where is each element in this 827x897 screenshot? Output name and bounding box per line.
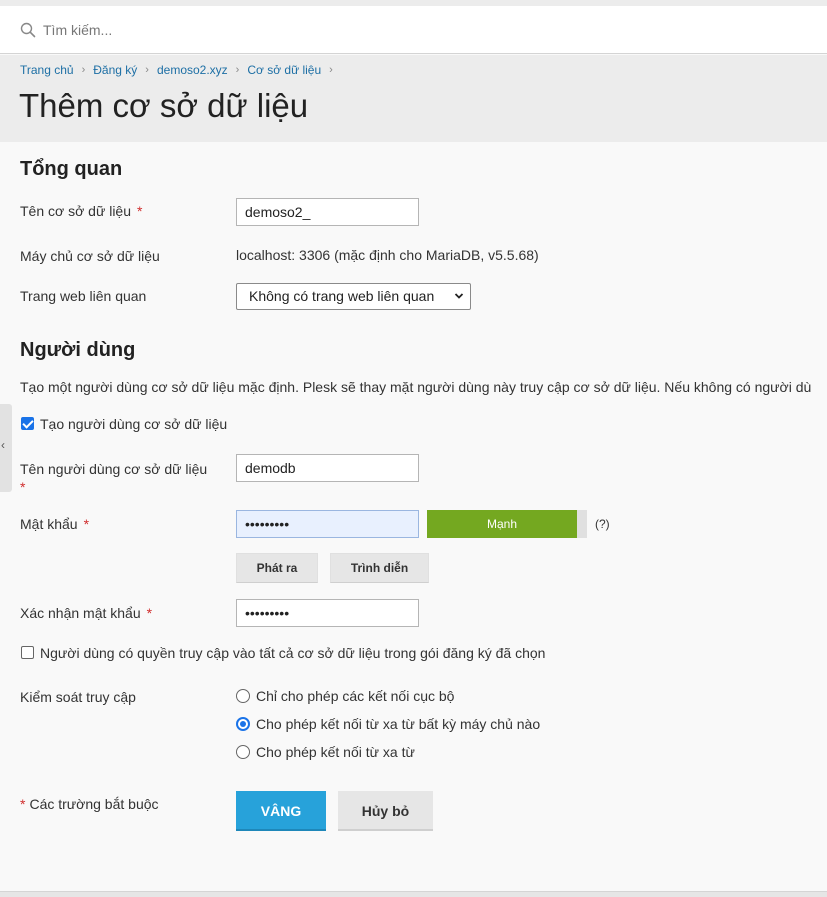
radio-local-only[interactable] — [236, 689, 250, 703]
search-input[interactable] — [43, 18, 803, 42]
breadcrumb-subscriptions[interactable]: Đăng ký — [93, 63, 137, 77]
related-site-select[interactable]: Không có trang web liên quan — [236, 283, 471, 310]
user-description: Tạo một người dùng cơ sở dữ liệu mặc địn… — [20, 379, 812, 395]
all-db-access-checkbox[interactable] — [21, 646, 34, 659]
confirm-password-input[interactable]: ••••••••• — [236, 599, 419, 627]
related-site-selected: Không có trang web liên quan — [249, 288, 435, 304]
required-marker: * — [20, 796, 26, 812]
chevron-left-icon: ‹ — [1, 438, 5, 452]
radio-remote-from[interactable] — [236, 745, 250, 759]
db-name-label: Tên cơ sở dữ liệu * — [20, 203, 143, 219]
required-fields-note: * Các trường bắt buộc — [20, 796, 159, 812]
related-site-label: Trang web liên quan — [20, 288, 147, 304]
username-input[interactable]: demodb — [236, 454, 419, 482]
breadcrumb-domain[interactable]: demoso2.xyz — [157, 63, 228, 77]
password-help-icon[interactable]: (?) — [595, 517, 610, 531]
breadcrumb-databases[interactable]: Cơ sở dữ liệu — [247, 63, 321, 77]
all-db-access-label: Người dùng có quyền truy cập vào tất cả … — [40, 645, 546, 661]
chevron-right-icon: › — [145, 64, 149, 76]
page-header: Trang chủ › Đăng ký › demoso2.xyz › Cơ s… — [0, 55, 827, 142]
required-marker: * — [20, 479, 26, 495]
required-marker: * — [83, 516, 90, 532]
search-icon — [20, 22, 36, 38]
db-server-value: localhost: 3306 (mặc định cho MariaDB, v… — [236, 247, 539, 263]
chevron-right-icon: › — [235, 64, 240, 76]
breadcrumb: Trang chủ › Đăng ký › demoso2.xyz › Cơ s… — [20, 63, 341, 77]
required-marker: * — [137, 203, 143, 219]
breadcrumb-home[interactable]: Trang chủ — [20, 63, 74, 77]
radio-local-only-label: Chỉ cho phép các kết nối cục bộ — [256, 688, 455, 704]
chevron-right-icon: › — [329, 64, 333, 76]
radio-remote-any-label: Cho phép kết nối từ xa từ bất kỳ máy chủ… — [256, 716, 541, 732]
radio-remote-any[interactable] — [236, 717, 250, 731]
generate-password-button[interactable]: Phát ra — [236, 553, 318, 583]
password-strength-label: Mạnh — [486, 517, 518, 531]
chevron-right-icon: › — [81, 64, 86, 76]
overview-section-title: Tổng quan — [20, 158, 123, 180]
chevron-down-icon — [454, 293, 464, 299]
search-bar — [0, 6, 827, 54]
ok-button[interactable]: VÂNG — [236, 791, 326, 831]
password-input[interactable]: ••••••••• — [236, 510, 419, 538]
cancel-button[interactable]: Hủy bỏ — [338, 791, 433, 831]
create-user-label: Tạo người dùng cơ sở dữ liệu — [40, 416, 228, 432]
access-control-label: Kiểm soát truy cập — [20, 689, 136, 705]
db-name-input[interactable]: demoso2_ — [236, 198, 419, 226]
user-section-title: Người dùng — [20, 339, 136, 361]
footer-divider — [0, 891, 827, 897]
username-label: Tên người dùng cơ sở dữ liệu * — [20, 461, 208, 495]
page-title: Thêm cơ sở dữ liệu — [19, 87, 309, 124]
password-label: Mật khẩu * — [20, 516, 90, 532]
sidebar-collapse-tab[interactable]: ‹ — [0, 404, 12, 492]
show-password-button[interactable]: Trình diễn — [330, 553, 429, 583]
password-strength-meter: Mạnh — [427, 510, 587, 538]
confirm-password-label: Xác nhận mật khẩu * — [20, 605, 153, 621]
required-marker: * — [146, 605, 153, 621]
db-server-label: Máy chủ cơ sở dữ liệu — [20, 248, 160, 264]
radio-remote-from-label: Cho phép kết nối từ xa từ — [256, 744, 415, 760]
create-user-checkbox[interactable] — [21, 417, 34, 430]
